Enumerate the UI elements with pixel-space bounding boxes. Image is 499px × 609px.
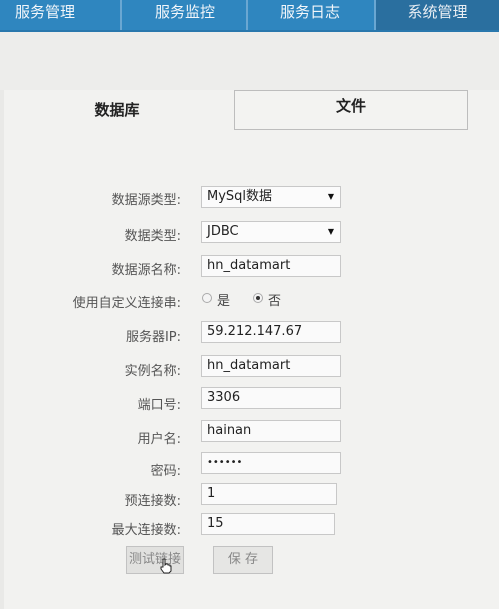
nav-divider [120, 0, 122, 30]
custom-conn-yes-label: 是 [217, 294, 231, 309]
sub-header [0, 32, 499, 90]
port-input[interactable]: 3306 [201, 387, 341, 409]
nav-tab-service-log[interactable]: 服务日志 [266, 0, 354, 30]
save-button[interactable]: 保 存 [213, 546, 273, 574]
source-type-label: 数据源类型: [111, 193, 181, 208]
tab-database[interactable]: 数据库 [4, 90, 230, 130]
max-conn-input[interactable]: 15 [201, 513, 335, 535]
dropdown-caret-icon: ▼ [327, 227, 334, 236]
data-type-select[interactable]: JDBC ▼ [201, 221, 341, 243]
password-label: 密码: [150, 464, 181, 479]
username-input[interactable]: hainan [201, 420, 341, 442]
nav-tab-service-manage[interactable]: 服务管理 [0, 0, 90, 30]
server-ip-input[interactable]: 59.212.147.67 [201, 321, 341, 343]
init-conn-label: 预连接数: [124, 494, 181, 509]
custom-conn-yes-radio[interactable] [202, 293, 212, 303]
max-conn-label: 最大连接数: [111, 523, 181, 538]
custom-conn-label: 使用自定义连接串: [72, 296, 181, 311]
nav-divider [246, 0, 248, 30]
dropdown-caret-icon: ▼ [327, 192, 334, 201]
hand-cursor-icon [160, 558, 172, 574]
source-type-select[interactable]: MySql数据 ▼ [201, 186, 341, 208]
server-ip-label: 服务器IP: [125, 330, 181, 345]
instance-name-label: 实例名称: [124, 364, 181, 379]
password-input[interactable]: •••••• [201, 452, 341, 474]
test-connection-button[interactable]: 测试链接 [126, 546, 184, 574]
nav-tab-system-manage[interactable]: 系统管理 [376, 0, 499, 30]
custom-conn-no-radio[interactable] [253, 293, 263, 303]
source-name-label: 数据源名称: [111, 263, 181, 278]
username-label: 用户名: [137, 432, 181, 447]
init-conn-input[interactable]: 1 [201, 483, 337, 505]
nav-tab-service-monitor[interactable]: 服务监控 [140, 0, 230, 30]
custom-conn-no-label: 否 [268, 294, 282, 309]
top-nav: 服务管理 服务监控 服务日志 系统管理 [0, 0, 499, 32]
instance-name-input[interactable]: hn_datamart [201, 355, 341, 377]
source-name-input[interactable]: hn_datamart [201, 255, 341, 277]
tab-file[interactable]: 文件 [234, 90, 468, 130]
data-type-label: 数据类型: [124, 229, 181, 244]
port-label: 端口号: [137, 398, 181, 413]
